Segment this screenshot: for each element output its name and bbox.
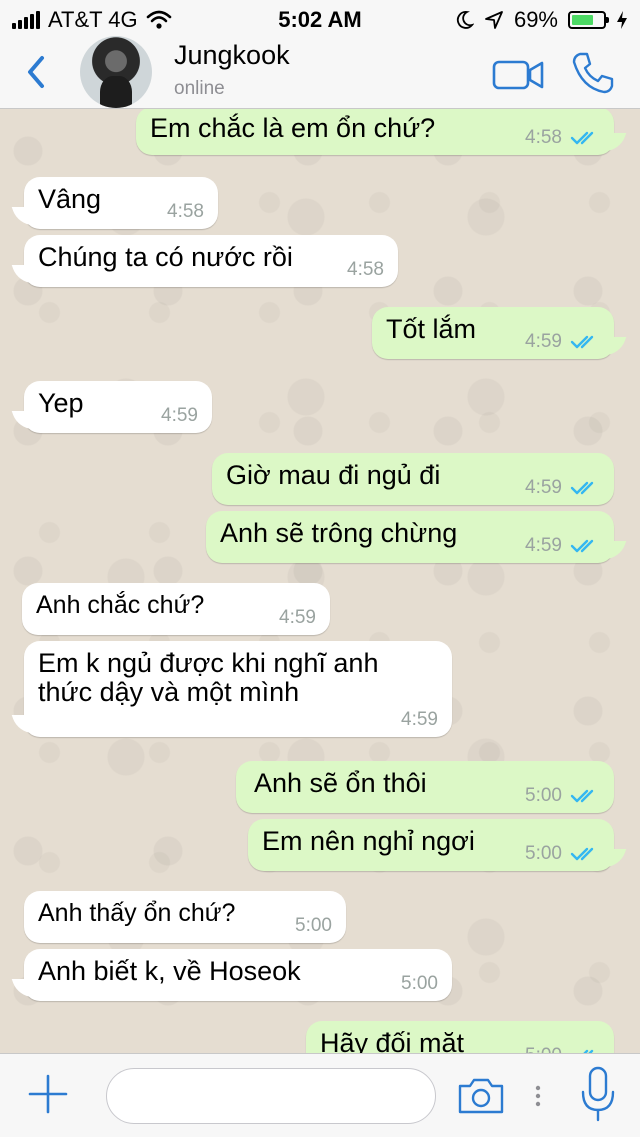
message-time: 4:58: [347, 259, 384, 280]
message-time: 4:59: [161, 405, 198, 426]
message-bubble-outgoing[interactable]: Anh sẽ trông chừng 4:59: [206, 511, 614, 563]
message-time: 4:59: [525, 535, 562, 556]
chat-header: Jungkook online: [0, 36, 640, 109]
microphone-icon[interactable]: [580, 1066, 616, 1124]
message-time: 5:00: [525, 1045, 562, 1053]
message-bubble-outgoing[interactable]: Em chắc là em ổn chứ? 4:58: [136, 109, 614, 155]
read-ticks-icon: [570, 539, 594, 553]
read-ticks-icon: [570, 789, 594, 803]
chat-messages-area[interactable]: Em chắc là em ổn chứ? 4:58 Vâng 4:58 Chú…: [0, 109, 640, 1053]
message-text: Hãy đối mặt: [320, 1028, 465, 1053]
presence-status: online: [174, 78, 225, 99]
message-text: Giờ mau đi ngủ đi: [226, 460, 441, 490]
moon-icon: [456, 11, 474, 29]
message-bubble-outgoing[interactable]: Em nên nghỉ ngơi 5:00: [248, 819, 614, 871]
message-bubble-outgoing[interactable]: Anh sẽ ổn thôi 5:00: [236, 761, 614, 813]
message-bubble-outgoing[interactable]: Giờ mau đi ngủ đi 4:59: [212, 453, 614, 505]
message-time: 5:00: [295, 915, 332, 936]
message-time: 5:00: [525, 843, 562, 864]
message-bubble-outgoing[interactable]: Hãy đối mặt 5:00: [306, 1021, 614, 1053]
video-call-icon[interactable]: [492, 58, 544, 92]
message-input[interactable]: [106, 1068, 436, 1124]
battery-icon: [568, 11, 609, 29]
message-bubble-incoming[interactable]: Vâng 4:58: [24, 177, 218, 229]
message-text: Em k ngủ được khi nghĩ anh thức dậy và m…: [38, 648, 379, 707]
message-text: Anh thấy ổn chứ?: [38, 899, 236, 927]
message-text: Vâng: [38, 184, 102, 214]
message-time: 4:59: [279, 607, 316, 628]
message-bubble-outgoing[interactable]: Tốt lắm 4:59: [372, 307, 614, 359]
read-ticks-icon: [570, 481, 594, 495]
contact-name[interactable]: Jungkook: [174, 40, 290, 71]
message-time: 5:00: [401, 973, 438, 994]
message-time: 4:59: [525, 331, 562, 352]
phone-call-icon[interactable]: [570, 50, 616, 96]
message-bubble-incoming[interactable]: Anh chắc chứ? 4:59: [22, 583, 330, 635]
add-attachment-icon[interactable]: [28, 1074, 68, 1114]
message-text: Anh sẽ trông chừng: [220, 518, 458, 548]
message-time: 4:58: [167, 201, 204, 222]
message-text: Yep: [38, 388, 84, 418]
message-text: Anh chắc chứ?: [36, 591, 205, 619]
message-bubble-incoming[interactable]: Em k ngủ được khi nghĩ anh thức dậy và m…: [24, 641, 452, 737]
message-time: 5:00: [525, 785, 562, 806]
more-dots-icon[interactable]: [534, 1076, 542, 1116]
message-text: Em nên nghỉ ngơi: [262, 826, 475, 856]
read-ticks-icon: [570, 335, 594, 349]
message-bubble-incoming[interactable]: Anh biết k, về Hoseok 5:00: [24, 949, 452, 1001]
camera-icon[interactable]: [456, 1076, 506, 1116]
battery-percent: 69%: [513, 7, 558, 32]
message-text: Em chắc là em ổn chứ?: [150, 113, 436, 143]
back-chevron-icon[interactable]: [22, 52, 52, 92]
read-ticks-icon: [570, 847, 594, 861]
message-bubble-incoming[interactable]: Yep 4:59: [24, 381, 212, 433]
message-time: 4:59: [401, 709, 438, 730]
message-text: Anh biết k, về Hoseok: [38, 956, 301, 986]
message-text: Tốt lắm: [386, 314, 477, 344]
message-text: Chúng ta có nước rồi: [38, 242, 293, 272]
message-composer: [0, 1053, 640, 1137]
message-time: 4:59: [525, 477, 562, 498]
message-bubble-incoming[interactable]: Chúng ta có nước rồi 4:58: [24, 235, 398, 287]
status-right: 69%: [456, 7, 628, 33]
location-arrow-icon: [485, 11, 503, 29]
message-text: Anh sẽ ổn thôi: [254, 768, 427, 798]
read-ticks-icon: [570, 131, 594, 145]
message-time: 4:58: [525, 127, 562, 148]
charging-bolt-icon: [617, 11, 627, 29]
status-bar: AT&T 4G 5:02 AM 69%: [0, 0, 640, 40]
message-bubble-incoming[interactable]: Anh thấy ổn chứ? 5:00: [24, 891, 346, 943]
avatar[interactable]: [80, 36, 152, 108]
